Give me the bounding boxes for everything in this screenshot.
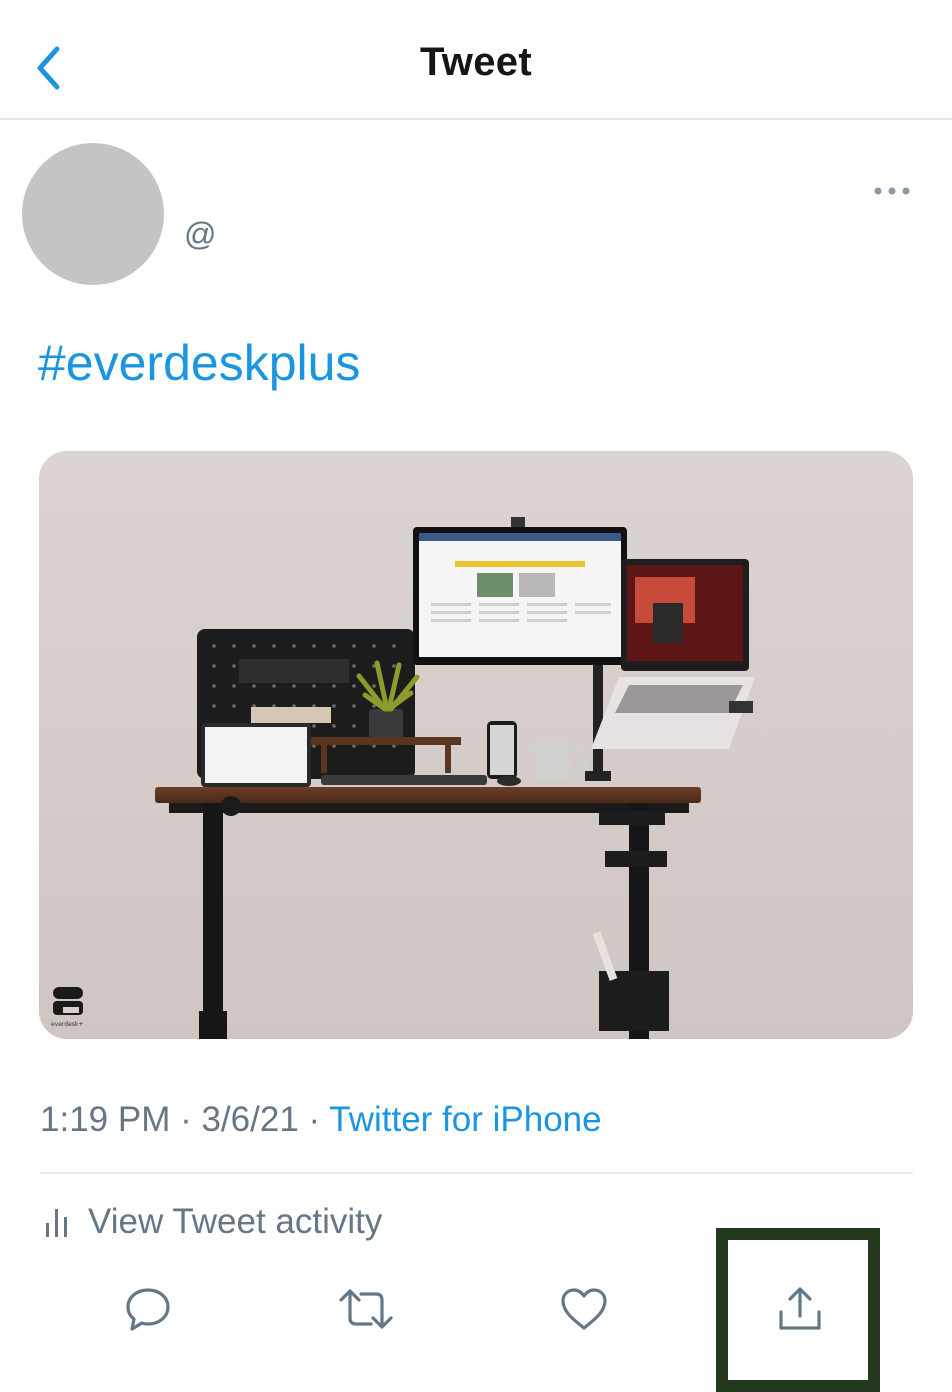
more-options-button[interactable]: [868, 174, 916, 208]
meta-separator: ·: [298, 1100, 330, 1139]
like-button[interactable]: [554, 1282, 614, 1336]
view-tweet-activity-label: View Tweet activity: [88, 1202, 383, 1241]
meta-separator: ·: [170, 1100, 202, 1139]
desk-setup-photo: [39, 451, 913, 1039]
hashtag-link[interactable]: #everdeskplus: [38, 334, 360, 392]
everdesk-logo: everdesk+: [49, 985, 89, 1029]
tweet-metadata: 1:19 PM · 3/6/21 · Twitter for iPhone: [40, 1100, 602, 1140]
divider: [40, 1172, 913, 1174]
retweet-button[interactable]: [336, 1282, 396, 1336]
retweet-icon: [339, 1289, 393, 1329]
user-handle[interactable]: @: [184, 216, 216, 253]
share-highlight-box: [716, 1228, 880, 1392]
tweet-photo[interactable]: everdesk+: [39, 451, 913, 1039]
tweet-date: 3/6/21: [201, 1100, 299, 1139]
top-bar: Tweet: [0, 0, 952, 120]
more-horizontal-icon: [874, 187, 910, 195]
bar-chart-icon: [46, 1209, 67, 1237]
svg-text:everdesk+: everdesk+: [51, 1021, 83, 1028]
avatar[interactable]: [22, 143, 164, 285]
reply-icon: [126, 1288, 170, 1331]
tweet-time: 1:19 PM: [40, 1100, 171, 1139]
tweet-source-link[interactable]: Twitter for iPhone: [329, 1100, 601, 1139]
heart-icon: [561, 1288, 607, 1330]
view-tweet-activity-button[interactable]: View Tweet activity: [44, 1200, 382, 1244]
reply-button[interactable]: [118, 1282, 178, 1336]
page-title: Tweet: [420, 40, 532, 84]
